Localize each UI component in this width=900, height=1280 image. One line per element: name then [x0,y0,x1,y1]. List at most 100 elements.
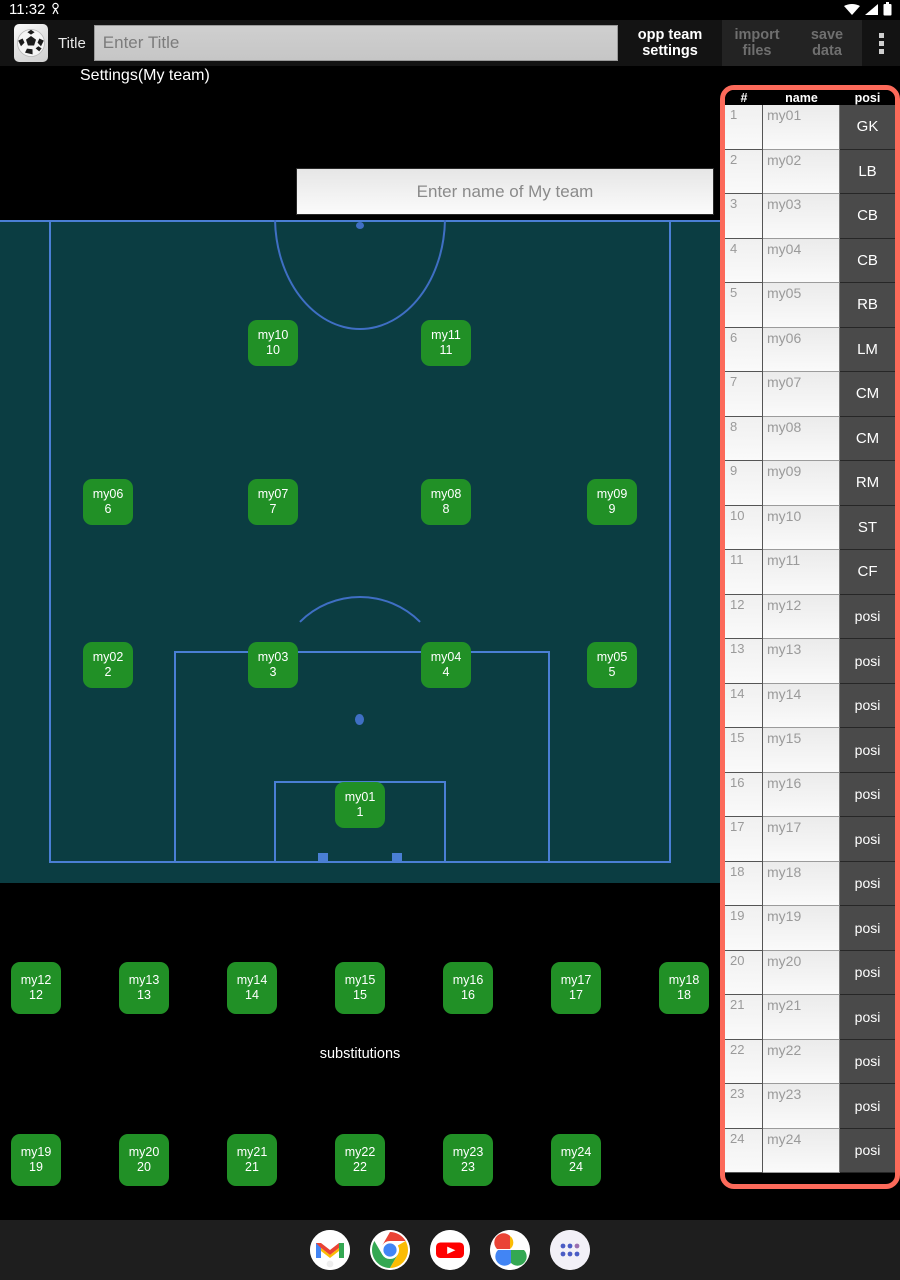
overflow-menu-icon[interactable] [862,20,900,66]
roster-cell-position[interactable]: CB [840,194,895,239]
field-player-chip[interactable]: my07 7 [248,479,298,525]
roster-row[interactable]: 19 my19 posi [725,906,895,951]
substitute-chip[interactable]: my15 15 [335,962,385,1014]
roster-cell-position[interactable]: posi [840,683,895,728]
roster-row[interactable]: 2 my02 LB [725,149,895,194]
roster-cell-position[interactable]: LM [840,327,895,372]
roster-cell-position[interactable]: posi [840,817,895,862]
roster-row[interactable]: 24 my24 posi [725,1128,895,1173]
roster-row[interactable]: 7 my07 CM [725,372,895,417]
roster-row[interactable]: 5 my05 RB [725,283,895,328]
field-player-chip[interactable]: my08 8 [421,479,471,525]
substitute-chip[interactable]: my23 23 [443,1134,493,1186]
roster-row[interactable]: 13 my13 posi [725,639,895,684]
app-drawer-icon[interactable] [550,1230,590,1270]
import-files-button[interactable]: import files [722,20,792,66]
roster-cell-name[interactable]: my01 [763,105,840,150]
roster-row[interactable]: 11 my11 CF [725,550,895,595]
roster-row[interactable]: 23 my23 posi [725,1084,895,1129]
save-data-button[interactable]: save data [792,20,862,66]
roster-row[interactable]: 16 my16 posi [725,772,895,817]
roster-cell-position[interactable]: posi [840,639,895,684]
roster-cell-name[interactable]: my11 [763,550,840,595]
roster-cell-position[interactable]: posi [840,995,895,1040]
substitute-chip[interactable]: my19 19 [11,1134,61,1186]
field-player-chip[interactable]: my06 6 [83,479,133,525]
substitute-chip[interactable]: my22 22 [335,1134,385,1186]
field-player-chip[interactable]: my09 9 [587,479,637,525]
title-input[interactable]: Enter Title [93,25,618,61]
roster-cell-position[interactable]: CF [840,550,895,595]
roster-row[interactable]: 17 my17 posi [725,817,895,862]
opp-team-settings-button[interactable]: opp team settings [618,20,722,66]
roster-cell-position[interactable]: LB [840,149,895,194]
substitute-chip[interactable]: my18 18 [659,962,709,1014]
roster-cell-position[interactable]: posi [840,950,895,995]
substitute-chip[interactable]: my16 16 [443,962,493,1014]
roster-cell-position[interactable]: posi [840,594,895,639]
roster-cell-name[interactable]: my17 [763,817,840,862]
roster-row[interactable]: 10 my10 ST [725,505,895,550]
roster-cell-position[interactable]: CM [840,372,895,417]
roster-row[interactable]: 22 my22 posi [725,1039,895,1084]
roster-cell-position[interactable]: posi [840,1084,895,1129]
roster-table[interactable]: # name posi 1 my01 GK 2 my02 LB 3 my03 CB 4 my04 CB… [720,85,900,1189]
roster-cell-position[interactable]: posi [840,772,895,817]
field-player-chip[interactable]: my10 10 [248,320,298,366]
field-player-chip[interactable]: my04 4 [421,642,471,688]
roster-cell-name[interactable]: my22 [763,1039,840,1084]
roster-cell-position[interactable]: CB [840,238,895,283]
gmail-icon[interactable] [310,1230,350,1270]
roster-cell-name[interactable]: my19 [763,906,840,951]
roster-cell-position[interactable]: posi [840,728,895,773]
substitute-chip[interactable]: my20 20 [119,1134,169,1186]
field-player-chip[interactable]: my01 1 [335,782,385,828]
roster-row[interactable]: 18 my18 posi [725,861,895,906]
roster-cell-name[interactable]: my04 [763,238,840,283]
roster-row[interactable]: 6 my06 LM [725,327,895,372]
roster-cell-position[interactable]: posi [840,1128,895,1173]
roster-cell-name[interactable]: my23 [763,1084,840,1129]
roster-cell-name[interactable]: my21 [763,995,840,1040]
roster-cell-position[interactable]: posi [840,1039,895,1084]
roster-cell-position[interactable]: ST [840,505,895,550]
roster-cell-name[interactable]: my16 [763,772,840,817]
roster-row[interactable]: 8 my08 CM [725,416,895,461]
soccer-pitch[interactable]: my10 10 my11 11 my06 6 my07 7 my08 8 my09 9 my02 2 my0… [0,220,720,883]
roster-cell-position[interactable]: posi [840,906,895,951]
field-player-chip[interactable]: my11 11 [421,320,471,366]
roster-cell-name[interactable]: my13 [763,639,840,684]
roster-cell-name[interactable]: my09 [763,461,840,506]
roster-row[interactable]: 9 my09 RM [725,461,895,506]
roster-cell-name[interactable]: my14 [763,683,840,728]
chrome-icon[interactable] [370,1230,410,1270]
substitute-chip[interactable]: my21 21 [227,1134,277,1186]
roster-row[interactable]: 21 my21 posi [725,995,895,1040]
roster-row[interactable]: 12 my12 posi [725,594,895,639]
roster-cell-position[interactable]: RB [840,283,895,328]
roster-cell-name[interactable]: my15 [763,728,840,773]
substitute-chip[interactable]: my13 13 [119,962,169,1014]
roster-cell-name[interactable]: my10 [763,505,840,550]
roster-row[interactable]: 15 my15 posi [725,728,895,773]
team-name-input[interactable]: Enter name of My team [296,168,714,215]
roster-cell-name[interactable]: my03 [763,194,840,239]
roster-cell-name[interactable]: my12 [763,594,840,639]
roster-cell-name[interactable]: my06 [763,327,840,372]
roster-row[interactable]: 3 my03 CB [725,194,895,239]
roster-cell-name[interactable]: my18 [763,861,840,906]
google-photos-icon[interactable] [490,1230,530,1270]
roster-cell-position[interactable]: CM [840,416,895,461]
roster-cell-name[interactable]: my07 [763,372,840,417]
field-player-chip[interactable]: my05 5 [587,642,637,688]
roster-row[interactable]: 14 my14 posi [725,683,895,728]
substitute-chip[interactable]: my14 14 [227,962,277,1014]
roster-cell-name[interactable]: my08 [763,416,840,461]
roster-cell-position[interactable]: posi [840,861,895,906]
substitute-chip[interactable]: my12 12 [11,962,61,1014]
roster-row[interactable]: 4 my04 CB [725,238,895,283]
roster-cell-position[interactable]: GK [840,105,895,150]
roster-row[interactable]: 20 my20 posi [725,950,895,995]
roster-cell-name[interactable]: my24 [763,1128,840,1173]
field-player-chip[interactable]: my03 3 [248,642,298,688]
